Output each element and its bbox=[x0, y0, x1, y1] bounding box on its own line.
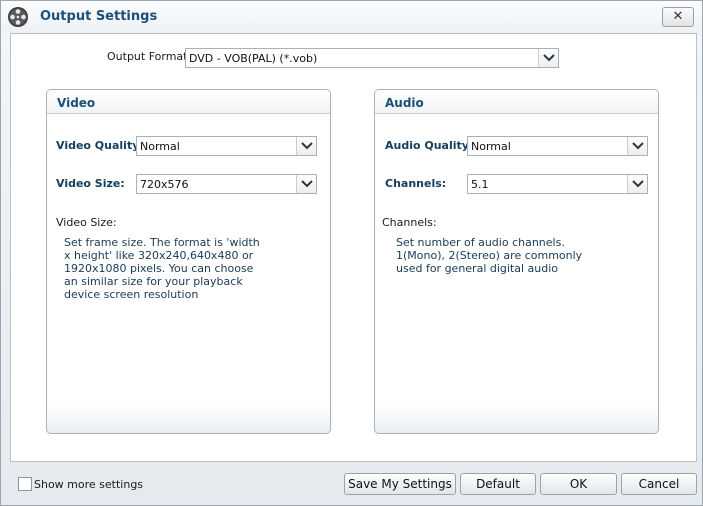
output-format-select[interactable]: DVD - VOB(PAL) (*.vob) bbox=[185, 48, 559, 68]
dropdown-arrow[interactable] bbox=[627, 175, 647, 193]
dropdown-arrow[interactable] bbox=[538, 49, 558, 67]
audio-panel: Audio Audio Quality: Normal Channels: 5.… bbox=[374, 89, 659, 434]
video-description-title: Video Size: bbox=[56, 216, 117, 229]
video-description-text: Set frame size. The format is 'width x h… bbox=[64, 236, 260, 301]
chevron-down-icon bbox=[301, 180, 313, 188]
dropdown-arrow[interactable] bbox=[296, 137, 316, 155]
video-quality-select[interactable]: Normal bbox=[136, 136, 317, 156]
video-panel: Video Video Quality: Normal Video Size: … bbox=[46, 89, 331, 434]
channels-label: Channels: bbox=[385, 177, 447, 190]
title-bar: Output Settings ✕ bbox=[1, 1, 702, 33]
close-button[interactable]: ✕ bbox=[662, 7, 694, 27]
audio-description-text: Set number of audio channels. 1(Mono), 2… bbox=[396, 236, 583, 275]
show-more-settings-label[interactable]: Show more settings bbox=[34, 478, 143, 491]
audio-quality-value: Normal bbox=[471, 140, 511, 153]
film-reel-icon bbox=[8, 7, 28, 27]
output-format-value: DVD - VOB(PAL) (*.vob) bbox=[189, 52, 318, 65]
video-panel-footer bbox=[47, 405, 330, 433]
output-settings-window: Output Settings ✕ Output Format: DVD - V… bbox=[0, 0, 703, 506]
channels-select[interactable]: 5.1 bbox=[467, 174, 648, 194]
output-format-label: Output Format: bbox=[107, 50, 192, 63]
window-title: Output Settings bbox=[40, 9, 158, 24]
video-size-value: 720x576 bbox=[140, 178, 189, 191]
video-panel-title: Video bbox=[57, 96, 96, 110]
ok-button[interactable]: OK bbox=[540, 473, 617, 495]
audio-quality-label: Audio Quality: bbox=[385, 139, 474, 152]
default-button[interactable]: Default bbox=[460, 473, 536, 495]
chevron-down-icon bbox=[632, 142, 644, 150]
video-size-label: Video Size: bbox=[56, 177, 125, 190]
audio-panel-title: Audio bbox=[385, 96, 424, 110]
save-my-settings-button[interactable]: Save My Settings bbox=[344, 473, 456, 495]
dropdown-arrow[interactable] bbox=[296, 175, 316, 193]
show-more-settings-checkbox[interactable] bbox=[18, 477, 32, 491]
audio-description-title: Channels: bbox=[382, 216, 437, 229]
cancel-button[interactable]: Cancel bbox=[621, 473, 697, 495]
channels-value: 5.1 bbox=[471, 178, 489, 191]
dropdown-arrow[interactable] bbox=[627, 137, 647, 155]
chevron-down-icon bbox=[301, 142, 313, 150]
chevron-down-icon bbox=[543, 54, 555, 62]
audio-quality-select[interactable]: Normal bbox=[467, 136, 648, 156]
audio-panel-header: Audio bbox=[375, 90, 658, 114]
settings-content: Output Format: DVD - VOB(PAL) (*.vob) Vi… bbox=[10, 33, 697, 462]
chevron-down-icon bbox=[632, 180, 644, 188]
video-quality-value: Normal bbox=[140, 140, 180, 153]
video-quality-label: Video Quality: bbox=[56, 139, 144, 152]
video-size-select[interactable]: 720x576 bbox=[136, 174, 317, 194]
video-panel-header: Video bbox=[47, 90, 330, 114]
audio-panel-footer bbox=[375, 405, 658, 433]
